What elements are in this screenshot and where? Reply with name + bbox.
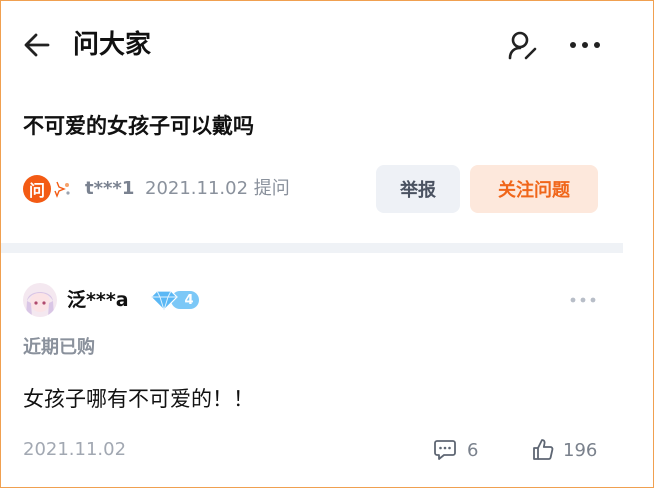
back-button[interactable] [19, 27, 55, 63]
report-button[interactable]: 举报 [376, 165, 460, 213]
ask-badge: 问 [23, 175, 51, 203]
app-screen: 问大家 不可爱的女孩子可以戴吗 问 t***1 2021.11.02 提问 举报… [0, 0, 654, 488]
thumbs-up-icon [533, 439, 554, 460]
follow-question-button[interactable]: 关注问题 [470, 165, 598, 213]
answer-text: 女孩子哪有不可爱的！！ [23, 387, 254, 411]
user-edit-icon [508, 31, 537, 60]
more-horizontal-icon [570, 42, 600, 48]
asker-name: t***1 [85, 178, 135, 199]
avatar[interactable] [23, 283, 57, 317]
sparkle-icon [54, 181, 70, 198]
comment-icon [434, 440, 456, 460]
asker-row: 问 t***1 2021.11.02 提问 举报 关注问题 [23, 165, 643, 213]
question-title: 不可爱的女孩子可以戴吗 [23, 114, 254, 138]
answer-more-button[interactable] [567, 287, 599, 313]
vip-level: 4 [184, 292, 194, 308]
answer-date: 2021.11.02 [23, 439, 127, 460]
answerer-name: 泛***a [67, 289, 129, 311]
purchase-tag: 近期已购 [23, 337, 95, 358]
more-horizontal-icon [570, 297, 596, 303]
like-count: 196 [563, 439, 598, 461]
more-button[interactable] [565, 27, 605, 63]
arrow-left-icon [24, 33, 50, 57]
asker-meta: 2021.11.02 提问 [145, 178, 290, 199]
page-title: 问大家 [73, 30, 152, 60]
comment-button[interactable]: 6 [433, 435, 478, 465]
like-button[interactable]: 196 [531, 435, 597, 465]
comment-count: 6 [467, 439, 479, 461]
answer-card: 泛***a 4 近期已购 女孩子哪有不可爱的！！ 2021.11.02 6 19… [1, 271, 621, 481]
section-divider [1, 243, 623, 253]
header-bar: 问大家 [1, 1, 653, 89]
profile-button[interactable] [505, 27, 541, 63]
